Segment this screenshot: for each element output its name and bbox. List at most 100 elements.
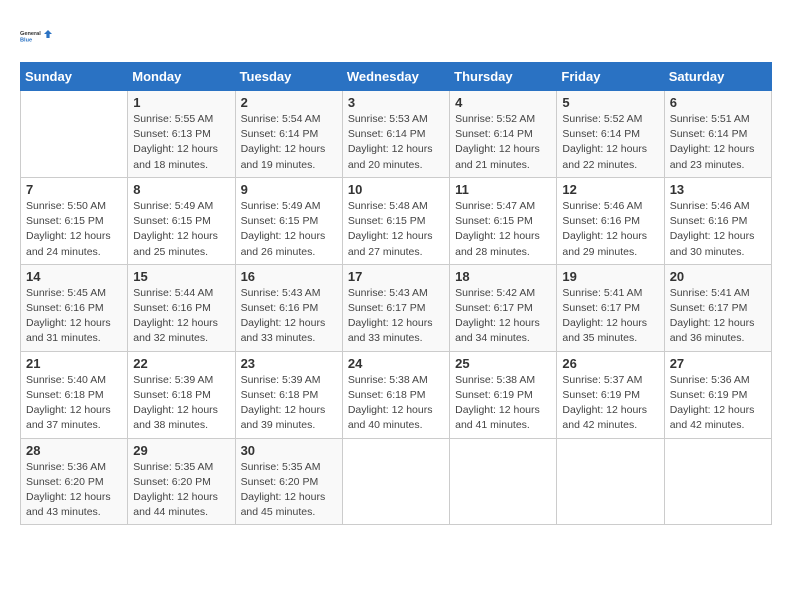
day-number: 10 (348, 182, 444, 197)
calendar-cell: 3 Sunrise: 5:53 AM Sunset: 6:14 PM Daylig… (342, 91, 449, 178)
day-info: Sunrise: 5:43 AM Sunset: 6:16 PM Dayligh… (241, 286, 337, 347)
day-info: Sunrise: 5:55 AM Sunset: 6:13 PM Dayligh… (133, 112, 229, 173)
day-number: 4 (455, 95, 551, 110)
weekday-header-thursday: Thursday (450, 63, 557, 91)
day-number: 16 (241, 269, 337, 284)
calendar-cell: 7 Sunrise: 5:50 AM Sunset: 6:15 PM Daylig… (21, 177, 128, 264)
day-number: 30 (241, 443, 337, 458)
calendar-cell: 12 Sunrise: 5:46 AM Sunset: 6:16 PM Dayli… (557, 177, 664, 264)
day-number: 1 (133, 95, 229, 110)
day-info: Sunrise: 5:44 AM Sunset: 6:16 PM Dayligh… (133, 286, 229, 347)
calendar-cell (342, 438, 449, 525)
calendar-cell: 8 Sunrise: 5:49 AM Sunset: 6:15 PM Daylig… (128, 177, 235, 264)
weekday-header-wednesday: Wednesday (342, 63, 449, 91)
calendar-cell: 15 Sunrise: 5:44 AM Sunset: 6:16 PM Dayli… (128, 264, 235, 351)
day-number: 29 (133, 443, 229, 458)
day-number: 17 (348, 269, 444, 284)
calendar-cell: 26 Sunrise: 5:37 AM Sunset: 6:19 PM Dayli… (557, 351, 664, 438)
day-number: 3 (348, 95, 444, 110)
day-info: Sunrise: 5:35 AM Sunset: 6:20 PM Dayligh… (241, 460, 337, 521)
day-info: Sunrise: 5:35 AM Sunset: 6:20 PM Dayligh… (133, 460, 229, 521)
calendar-cell: 27Sunrise: 5:36 AM Sunset: 6:19 PM Dayli… (664, 351, 771, 438)
day-info: Sunrise: 5:49 AM Sunset: 6:15 PM Dayligh… (241, 199, 337, 260)
day-number: 18 (455, 269, 551, 284)
weekday-header-row: SundayMondayTuesdayWednesdayThursdayFrid… (21, 63, 772, 91)
day-info: Sunrise: 5:47 AM Sunset: 6:15 PM Dayligh… (455, 199, 551, 260)
weekday-header-sunday: Sunday (21, 63, 128, 91)
day-number: 20 (670, 269, 766, 284)
day-info: Sunrise: 5:49 AM Sunset: 6:15 PM Dayligh… (133, 199, 229, 260)
day-number: 14 (26, 269, 122, 284)
calendar-cell: 30 Sunrise: 5:35 AM Sunset: 6:20 PM Dayli… (235, 438, 342, 525)
day-number: 13 (670, 182, 766, 197)
logo-icon: General Blue (20, 20, 52, 52)
day-number: 7 (26, 182, 122, 197)
day-info: Sunrise: 5:37 AM Sunset: 6:19 PM Dayligh… (562, 373, 658, 434)
calendar-cell (557, 438, 664, 525)
day-number: 27 (670, 356, 766, 371)
day-number: 8 (133, 182, 229, 197)
calendar-cell: 11 Sunrise: 5:47 AM Sunset: 6:15 PM Dayli… (450, 177, 557, 264)
day-number: 21 (26, 356, 122, 371)
calendar-cell (21, 91, 128, 178)
calendar-cell: 16 Sunrise: 5:43 AM Sunset: 6:16 PM Dayli… (235, 264, 342, 351)
weekday-header-tuesday: Tuesday (235, 63, 342, 91)
day-info: Sunrise: 5:38 AM Sunset: 6:19 PM Dayligh… (455, 373, 551, 434)
weekday-header-saturday: Saturday (664, 63, 771, 91)
svg-text:General: General (20, 31, 41, 37)
calendar-cell: 28Sunrise: 5:36 AM Sunset: 6:20 PM Dayli… (21, 438, 128, 525)
calendar-week-row: 1 Sunrise: 5:55 AM Sunset: 6:13 PM Daylig… (21, 91, 772, 178)
calendar-cell: 21 Sunrise: 5:40 AM Sunset: 6:18 PM Dayli… (21, 351, 128, 438)
calendar-cell: 9Sunrise: 5:49 AM Sunset: 6:15 PM Daylig… (235, 177, 342, 264)
calendar-week-row: 14 Sunrise: 5:45 AM Sunset: 6:16 PM Dayli… (21, 264, 772, 351)
day-info: Sunrise: 5:45 AM Sunset: 6:16 PM Dayligh… (26, 286, 122, 347)
calendar-cell: 22 Sunrise: 5:39 AM Sunset: 6:18 PM Dayli… (128, 351, 235, 438)
day-number: 25 (455, 356, 551, 371)
day-info: Sunrise: 5:41 AM Sunset: 6:17 PM Dayligh… (670, 286, 766, 347)
day-info: Sunrise: 5:36 AM Sunset: 6:20 PM Dayligh… (26, 460, 122, 521)
day-number: 26 (562, 356, 658, 371)
calendar-week-row: 7 Sunrise: 5:50 AM Sunset: 6:15 PM Daylig… (21, 177, 772, 264)
day-number: 19 (562, 269, 658, 284)
day-number: 2 (241, 95, 337, 110)
day-number: 23 (241, 356, 337, 371)
day-info: Sunrise: 5:41 AM Sunset: 6:17 PM Dayligh… (562, 286, 658, 347)
calendar-cell: 19 Sunrise: 5:41 AM Sunset: 6:17 PM Dayli… (557, 264, 664, 351)
day-number: 11 (455, 182, 551, 197)
day-info: Sunrise: 5:52 AM Sunset: 6:14 PM Dayligh… (455, 112, 551, 173)
day-info: Sunrise: 5:53 AM Sunset: 6:14 PM Dayligh… (348, 112, 444, 173)
calendar-cell: 13 Sunrise: 5:46 AM Sunset: 6:16 PM Dayli… (664, 177, 771, 264)
calendar-cell: 25 Sunrise: 5:38 AM Sunset: 6:19 PM Dayli… (450, 351, 557, 438)
day-info: Sunrise: 5:39 AM Sunset: 6:18 PM Dayligh… (133, 373, 229, 434)
calendar-cell (450, 438, 557, 525)
day-info: Sunrise: 5:38 AM Sunset: 6:18 PM Dayligh… (348, 373, 444, 434)
weekday-header-friday: Friday (557, 63, 664, 91)
calendar-table: SundayMondayTuesdayWednesdayThursdayFrid… (20, 62, 772, 525)
day-number: 15 (133, 269, 229, 284)
calendar-cell: 1 Sunrise: 5:55 AM Sunset: 6:13 PM Daylig… (128, 91, 235, 178)
day-number: 5 (562, 95, 658, 110)
day-number: 12 (562, 182, 658, 197)
calendar-week-row: 28Sunrise: 5:36 AM Sunset: 6:20 PM Dayli… (21, 438, 772, 525)
calendar-cell: 24Sunrise: 5:38 AM Sunset: 6:18 PM Dayli… (342, 351, 449, 438)
day-number: 22 (133, 356, 229, 371)
day-info: Sunrise: 5:50 AM Sunset: 6:15 PM Dayligh… (26, 199, 122, 260)
day-info: Sunrise: 5:54 AM Sunset: 6:14 PM Dayligh… (241, 112, 337, 173)
calendar-cell: 14 Sunrise: 5:45 AM Sunset: 6:16 PM Dayli… (21, 264, 128, 351)
day-info: Sunrise: 5:40 AM Sunset: 6:18 PM Dayligh… (26, 373, 122, 434)
calendar-cell: 17 Sunrise: 5:43 AM Sunset: 6:17 PM Dayli… (342, 264, 449, 351)
calendar-cell: 29 Sunrise: 5:35 AM Sunset: 6:20 PM Dayli… (128, 438, 235, 525)
calendar-cell: 5 Sunrise: 5:52 AM Sunset: 6:14 PM Daylig… (557, 91, 664, 178)
day-info: Sunrise: 5:52 AM Sunset: 6:14 PM Dayligh… (562, 112, 658, 173)
day-info: Sunrise: 5:46 AM Sunset: 6:16 PM Dayligh… (670, 199, 766, 260)
calendar-cell: 10Sunrise: 5:48 AM Sunset: 6:15 PM Dayli… (342, 177, 449, 264)
logo: General Blue (20, 20, 52, 52)
day-info: Sunrise: 5:51 AM Sunset: 6:14 PM Dayligh… (670, 112, 766, 173)
day-info: Sunrise: 5:46 AM Sunset: 6:16 PM Dayligh… (562, 199, 658, 260)
calendar-cell: 2 Sunrise: 5:54 AM Sunset: 6:14 PM Daylig… (235, 91, 342, 178)
page-header: General Blue (20, 20, 772, 52)
day-info: Sunrise: 5:43 AM Sunset: 6:17 PM Dayligh… (348, 286, 444, 347)
calendar-cell: 18Sunrise: 5:42 AM Sunset: 6:17 PM Dayli… (450, 264, 557, 351)
calendar-cell: 6Sunrise: 5:51 AM Sunset: 6:14 PM Daylig… (664, 91, 771, 178)
calendar-cell: 23Sunrise: 5:39 AM Sunset: 6:18 PM Dayli… (235, 351, 342, 438)
